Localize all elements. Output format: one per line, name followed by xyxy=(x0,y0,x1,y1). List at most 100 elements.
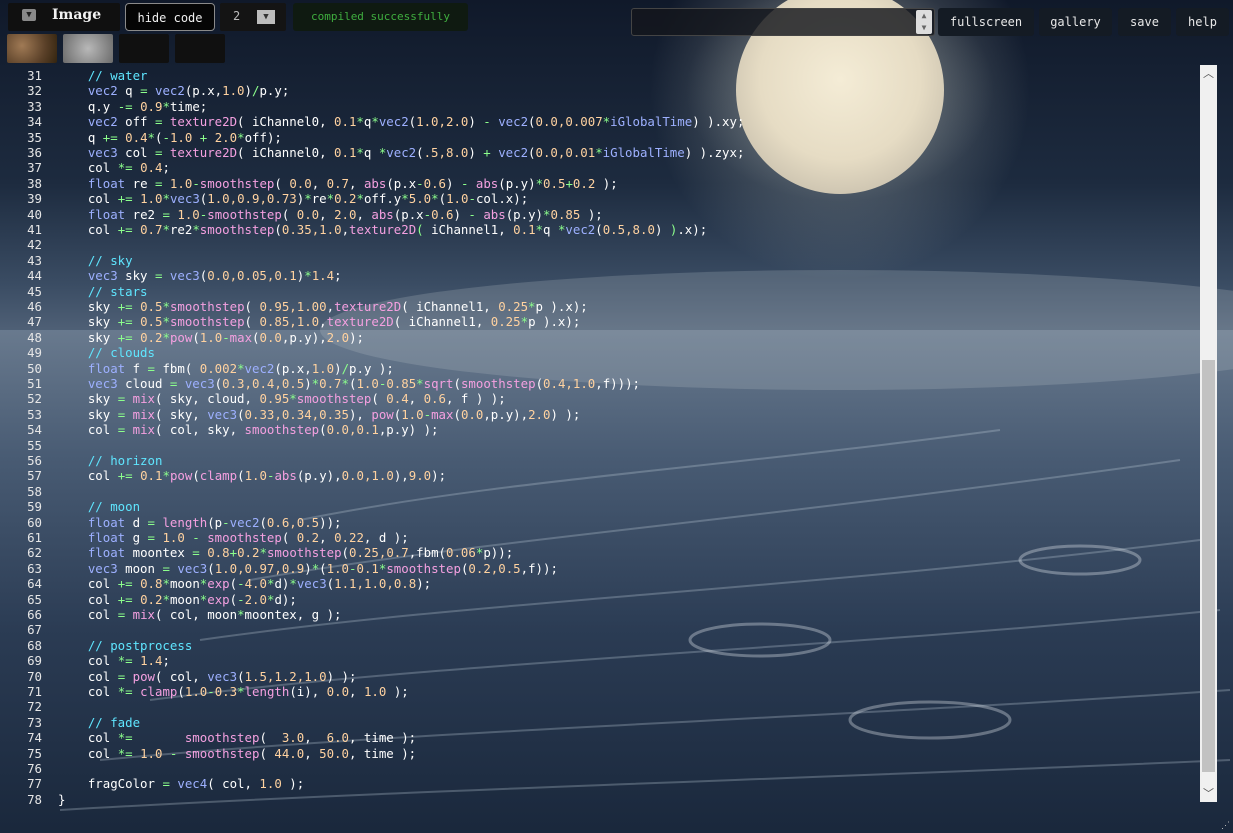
code-line[interactable]: // postprocess xyxy=(58,638,192,653)
code-token: p ).x); xyxy=(535,299,588,314)
code-token: moon xyxy=(169,591,200,607)
code-token: 2.0 xyxy=(326,329,350,345)
mode-selector[interactable]: ▼ Image xyxy=(8,3,120,31)
code-line[interactable]: col = pow( col, vec3(1.5,1.2,1.0) ); xyxy=(58,668,357,684)
code-token: texture2D xyxy=(349,222,417,237)
code-token: , xyxy=(319,314,327,330)
ichannel1-thumbnail[interactable] xyxy=(63,34,113,63)
code-line[interactable]: float re2 = 1.0 - smoothstep( 0.0, 2.0, ab… xyxy=(58,207,603,222)
code-line[interactable]: vec3 cloud = vec3(0.3,0.4,0.5)*0.7*(1.0-… xyxy=(58,376,640,391)
ichannel2-thumbnail[interactable] xyxy=(119,34,169,63)
code-token: 2.0 xyxy=(244,591,267,607)
scroll-thumb[interactable] xyxy=(1202,360,1215,772)
code-line[interactable]: sky = mix( sky, cloud, 0.95*smoothstep( … xyxy=(58,391,506,406)
code-token: 0.95,1.00 xyxy=(259,299,327,314)
code-token: vec3 xyxy=(184,376,215,391)
code-token: 0.2 xyxy=(237,545,260,561)
code-line[interactable]: // fade xyxy=(58,715,140,730)
resize-grip-icon[interactable]: ⋰ xyxy=(1221,821,1231,831)
code-line[interactable]: vec2 q = vec2(p.x,1.0)/p.y; xyxy=(58,83,289,98)
code-token: ) xyxy=(446,175,461,191)
code-line[interactable]: float d = length(p-vec2(0.6,0.5)); xyxy=(58,515,342,530)
code-token: 0.6,0.5 xyxy=(266,514,320,530)
code-line[interactable]: // water xyxy=(58,68,148,83)
code-token: 0.2 xyxy=(140,591,163,607)
help-button[interactable]: help xyxy=(1176,8,1229,36)
code-token: vec2 xyxy=(378,114,409,130)
code-line[interactable]: col = mix( col, moon*moontex, g ); xyxy=(58,607,342,622)
code-editor[interactable]: 31 // water 32 vec2 q = vec2(p.x,1.0)/p.y… xyxy=(0,68,1195,812)
code-token: ( xyxy=(453,406,461,422)
code-token: 0.2 xyxy=(334,191,357,207)
code-token: - xyxy=(423,406,432,422)
code-line[interactable]: float f = fbm( 0.002*vec2(p.x,1.0)/p.y )… xyxy=(58,361,394,376)
code-line[interactable]: col *= smoothstep( 3.0, 6.0, time ); xyxy=(58,730,416,745)
code-token: p ).x); xyxy=(528,314,581,330)
search-input[interactable]: ▲ ▼ xyxy=(631,8,935,36)
code-token: ( xyxy=(319,560,327,576)
code-line[interactable]: vec3 col = texture2D( iChannel0, 0.1*q *… xyxy=(58,145,745,160)
code-token: , d ); xyxy=(363,530,409,545)
line-number: 33 xyxy=(27,98,42,114)
scroll-down-arrow-icon[interactable]: ﹀ xyxy=(1200,785,1217,802)
code-line[interactable]: float re = 1.0-smoothstep( 0.0, 0.7, abs… xyxy=(58,176,618,191)
code-line[interactable]: float g = 1.0 - smoothstep( 0.2, 0.22, d… xyxy=(58,530,409,545)
code-line[interactable]: vec3 moon = vec3(1.0,0.97,0.9)*(1.0-0.1*… xyxy=(58,561,558,576)
gallery-button[interactable]: gallery xyxy=(1039,8,1112,36)
code-line[interactable]: sky += 0.2*pow(1.0-max(0.0,p.y),2.0); xyxy=(58,330,364,345)
code-line[interactable]: q += 0.4*(-1.0 + 2.0*off); xyxy=(58,130,282,145)
fullscreen-button[interactable]: fullscreen xyxy=(938,8,1034,36)
spinner-arrows-icon[interactable]: ▲ ▼ xyxy=(916,10,932,34)
code-line[interactable]: // clouds xyxy=(58,345,155,360)
code-line[interactable]: vec2 off = texture2D( iChannel0, 0.1*q*v… xyxy=(58,114,745,130)
code-token: iGlobalTime xyxy=(602,145,685,160)
code-line[interactable]: col *= 0.4; xyxy=(58,160,170,175)
code-line[interactable]: col += 1.0*vec3(1.0,0.9,0.73)*re*0.2*off… xyxy=(58,191,528,206)
line-number: 62 xyxy=(27,545,42,561)
code-token: 0.7 xyxy=(326,175,350,191)
code-token: ) xyxy=(334,360,342,376)
code-line[interactable]: col *= clamp(1.0-0.3*length(i), 0.0, 1.0… xyxy=(58,684,409,699)
code-line[interactable]: vec3 sky = vec3(0.0,0.05,0.1)*1.4; xyxy=(58,268,342,283)
code-line[interactable]: col += 0.7*re2*smoothstep(0.35,1.0,textu… xyxy=(58,222,707,237)
code-token: = xyxy=(154,114,170,130)
code-line[interactable]: } xyxy=(58,792,65,807)
code-line[interactable]: fragColor = vec4( col, 1.0 ); xyxy=(58,776,304,791)
editor-scrollbar[interactable]: ︿ ﹀ xyxy=(1200,65,1217,802)
scroll-up-arrow-icon[interactable]: ︿ xyxy=(1200,65,1217,82)
code-line[interactable]: float moontex = 0.8+0.2*smoothstep(0.25,… xyxy=(58,545,513,560)
save-button[interactable]: save xyxy=(1118,8,1171,36)
ichannel0-thumbnail[interactable] xyxy=(7,34,57,63)
code-line[interactable]: // horizon xyxy=(58,453,163,468)
code-token: 5.0 xyxy=(408,191,432,207)
code-line[interactable]: col *= 1.4; xyxy=(58,653,170,668)
code-line[interactable]: sky += 0.5*smoothstep( 0.95,1.00,texture… xyxy=(58,299,588,314)
code-line[interactable]: sky = mix( sky, vec3(0.33,0.34,0.35), po… xyxy=(58,406,581,422)
code-token: - xyxy=(162,129,170,145)
line-number: 55 xyxy=(27,437,42,453)
code-line[interactable]: col = mix( col, sky, smoothstep(0.0,0.1,… xyxy=(58,422,439,437)
code-token: ,fbm( xyxy=(408,545,447,561)
dropdown-arrow-icon[interactable]: ▼ xyxy=(22,9,36,21)
dropdown-arrow-icon[interactable]: ▼ xyxy=(257,10,275,24)
code-token: moon xyxy=(169,576,200,592)
code-line[interactable]: q.y -= 0.9*time; xyxy=(58,99,207,114)
pass-select[interactable]: 2 ▼ xyxy=(220,3,286,31)
code-token: 0.6 xyxy=(423,391,446,407)
code-line[interactable]: // sky xyxy=(58,253,133,268)
code-token: += xyxy=(117,222,141,237)
code-token: , xyxy=(326,299,335,314)
code-token: += xyxy=(117,191,141,207)
code-line[interactable]: col *= 1.0 - smoothstep( 44.0, 50.0, tim… xyxy=(58,746,416,761)
code-line[interactable]: sky += 0.5*smoothstep( 0.85,1.0,texture2… xyxy=(58,314,580,329)
code-line[interactable]: col += 0.1*pow(clamp(1.0-abs(p.y),0.0,1.… xyxy=(58,468,446,483)
code-line[interactable]: col += 0.8*moon*exp(-4.0*d)*vec3(1.1,1.0… xyxy=(58,576,431,591)
code-token: sky xyxy=(58,299,118,314)
ichannel3-thumbnail[interactable] xyxy=(175,34,225,63)
code-token: 0.7 xyxy=(140,222,163,237)
code-line[interactable]: // stars xyxy=(58,284,148,299)
code-token: ) ); xyxy=(326,668,357,684)
hide-code-button[interactable]: hide code xyxy=(125,3,215,31)
code-line[interactable]: col += 0.2*moon*exp(-2.0*d); xyxy=(58,592,297,607)
code-line[interactable]: // moon xyxy=(58,499,140,514)
